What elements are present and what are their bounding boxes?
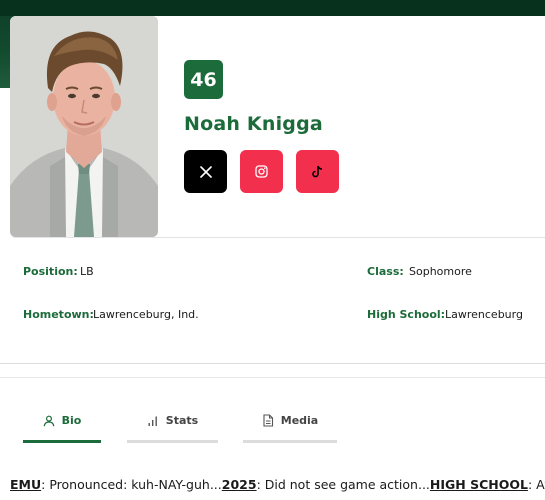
class-value: Sophomore [409,265,472,278]
header-strip [0,0,545,16]
section-divider [0,363,545,364]
user-icon [43,415,55,427]
hometown-label: Hometown: [23,308,94,321]
bio-year-label: 2025 [221,477,257,492]
tab-media[interactable]: Media [243,405,337,443]
position-label: Position: [23,265,78,278]
player-name: Noah Knigga [184,113,323,135]
section-divider [0,377,545,378]
player-photo [10,16,158,237]
high-school-label: High School: [367,308,446,321]
tab-stats[interactable]: Stats [127,405,218,443]
bio-highschool-text: : Atter [527,477,545,492]
x-twitter-icon [199,165,212,178]
jersey-number-badge: 46 [184,60,223,99]
x-twitter-button[interactable] [184,150,227,193]
tab-media-label: Media [280,414,319,427]
instagram-icon [255,165,268,178]
tab-bio-label: Bio [61,414,82,427]
tiktok-icon [311,165,322,178]
bio-highschool-label: HIGH SCHOOL [429,477,528,492]
position-value: LB [80,265,94,278]
instagram-button[interactable] [240,150,283,193]
tab-bio[interactable]: Bio [23,405,101,443]
tiktok-button[interactable] [296,150,339,193]
bio-year-text: : Did not see game action... [256,477,430,492]
bio-emu-label: EMU [10,477,42,492]
class-label: Class: [367,265,404,278]
document-icon [262,414,274,427]
bio-text: EMU: Pronounced: kuh-NAY-guh...2025: Did… [10,477,545,492]
high-school-value: Lawrenceburg [445,308,523,321]
hometown-value: Lawrenceburg, Ind. [93,308,199,321]
bio-emu-text: : Pronounced: kuh-NAY-guh... [41,477,222,492]
tab-stats-label: Stats [165,414,199,427]
bar-chart-icon [147,415,159,427]
